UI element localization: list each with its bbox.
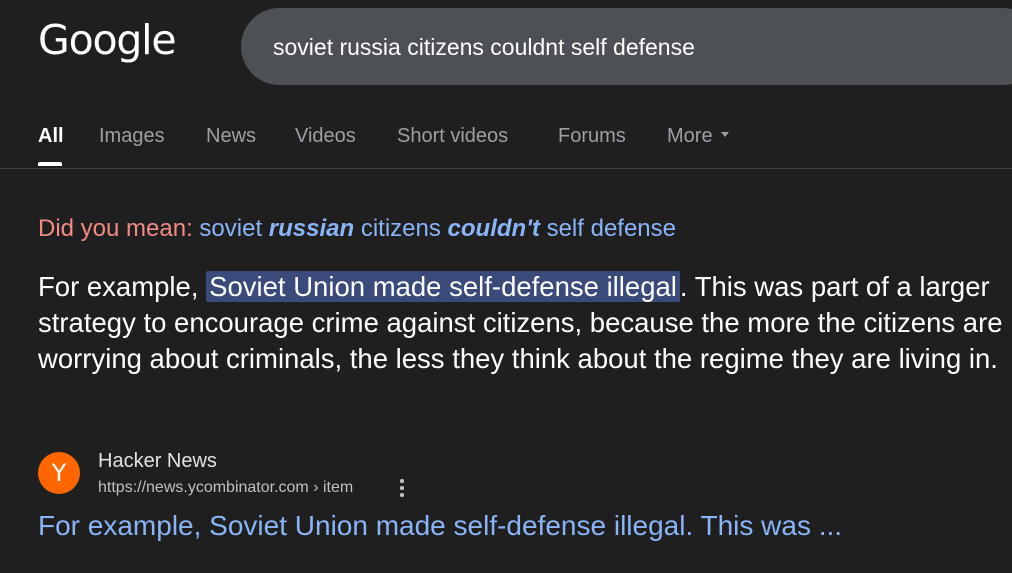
suggestion-word: soviet	[199, 215, 263, 242]
snippet-text-before: For example,	[38, 271, 199, 302]
tab-all[interactable]: All	[38, 125, 64, 148]
search-results-page: Google soviet russia citizens couldnt se…	[0, 0, 1012, 573]
google-logo[interactable]: Google	[38, 16, 177, 64]
suggestion-corrected-word: couldn't	[447, 215, 540, 242]
search-box[interactable]: soviet russia citizens couldnt self defe…	[241, 8, 1012, 85]
did-you-mean: Did you mean: soviet russian citizens co…	[38, 215, 676, 243]
site-favicon: Y	[38, 452, 80, 494]
did-you-mean-suggestion[interactable]: soviet russian citizens couldn't self de…	[199, 215, 676, 242]
suggestion-word: self defense	[546, 215, 676, 242]
result-title-link[interactable]: For example, Soviet Union made self-defe…	[38, 510, 842, 542]
active-tab-indicator	[38, 162, 62, 166]
tab-news[interactable]: News	[206, 125, 256, 148]
tab-images[interactable]: Images	[99, 125, 165, 148]
tab-more[interactable]: More	[667, 125, 729, 148]
site-url[interactable]: https://news.ycombinator.com › item	[98, 479, 353, 497]
tab-more-label: More	[667, 125, 713, 147]
tab-forums[interactable]: Forums	[558, 125, 626, 148]
snippet-highlight: Soviet Union made self-defense illegal	[206, 271, 680, 302]
tab-videos[interactable]: Videos	[295, 125, 356, 148]
did-you-mean-label: Did you mean:	[38, 215, 193, 242]
suggestion-corrected-word: russian	[268, 215, 355, 242]
search-query-text[interactable]: soviet russia citizens couldnt self defe…	[273, 34, 695, 61]
featured-snippet: For example, Soviet Union made self-defe…	[38, 269, 1012, 377]
more-options-icon[interactable]	[395, 477, 409, 499]
result-source[interactable]: Y Hacker News https://news.ycombinator.c…	[38, 450, 538, 500]
chevron-down-icon	[720, 132, 729, 138]
site-name[interactable]: Hacker News	[98, 450, 217, 473]
suggestion-word: citizens	[360, 215, 441, 242]
search-tabs: All Images News Videos Short videos Foru…	[0, 112, 1012, 169]
tab-short-videos[interactable]: Short videos	[397, 125, 508, 148]
